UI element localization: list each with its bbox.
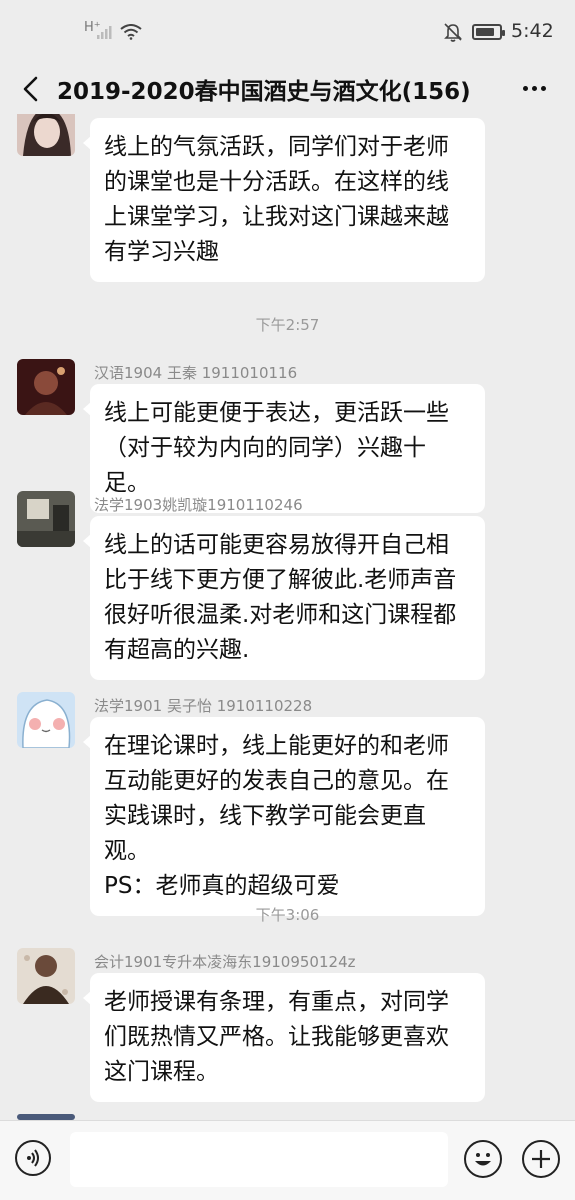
- chat-header: 2019-2020春中国酒史与酒文化(156): [0, 64, 575, 114]
- bell-muted-icon: [444, 23, 462, 42]
- more-dots-icon[interactable]: [520, 78, 550, 98]
- status-bar: H⁺ 5:42: [0, 0, 575, 64]
- avatar[interactable]: [17, 359, 75, 415]
- message-line: PS：老师真的超级可爱: [104, 873, 340, 899]
- sender-name: 会计1901专升本凌海东1910950124z: [94, 953, 356, 971]
- message-line: 互动能更好的发表自己的意见。在: [104, 768, 449, 794]
- back-chevron-icon[interactable]: [18, 74, 44, 104]
- battery-icon: [472, 24, 505, 40]
- timestamp: 下午2:57: [255, 316, 320, 334]
- voice-icon[interactable]: [15, 1140, 51, 1176]
- status-time: 5:42: [511, 20, 554, 42]
- plus-icon[interactable]: [522, 1140, 560, 1178]
- sender-name: 汉语1904 王秦 1911010116: [94, 364, 298, 382]
- message-line: 在理论课时，线上能更好的和老师: [104, 733, 449, 759]
- message-bubble[interactable]: 线上的话可能更容易放得开自己相 比于线下更方便了解彼此.老师声音 很好听很温柔.…: [83, 516, 485, 680]
- message-line: 们既热情又严格。让我能够更喜欢: [104, 1024, 449, 1050]
- message-line: 线上可能更便于表达，更活跃一些: [104, 400, 449, 426]
- message-line: 线上的气氛活跃，同学们对于老师: [104, 134, 449, 160]
- message-bubble[interactable]: 线上的气氛活跃，同学们对于老师 的课堂也是十分活跃。在这样的线 上课堂学习，让我…: [83, 118, 485, 282]
- avatar[interactable]: [17, 491, 75, 547]
- message-line: 有超高的兴趣.: [104, 637, 250, 663]
- message-line: 这门课程。: [104, 1059, 219, 1085]
- avatar[interactable]: [17, 692, 75, 748]
- message-line: 的课堂也是十分活跃。在这样的线: [104, 169, 449, 195]
- message-line: （对于较为内向的同学）兴趣十足。: [104, 435, 426, 496]
- avatar[interactable]: [17, 948, 75, 1004]
- sender-name: 法学1903姚凯璇1910110246: [94, 496, 303, 514]
- chat-title: 2019-2020春中国酒史与酒文化(156): [57, 79, 471, 105]
- message-bubble[interactable]: 在理论课时，线上能更好的和老师 互动能更好的发表自己的意见。在 实践课时，线下教…: [83, 717, 485, 916]
- input-bar: [0, 1120, 575, 1200]
- message-line: 线上的话可能更容易放得开自己相: [104, 532, 449, 558]
- emoji-icon[interactable]: [464, 1140, 502, 1178]
- message-line: 很好听很温柔.对老师和这门课程都: [104, 602, 457, 628]
- chat-area[interactable]: 线上的气氛活跃，同学们对于老师 的课堂也是十分活跃。在这样的线 上课堂学习，让我…: [0, 114, 575, 1120]
- message-bubble[interactable]: 老师授课有条理，有重点，对同学 们既热情又严格。让我能够更喜欢 这门课程。: [83, 973, 485, 1102]
- message-line: 上课堂学习，让我对这门课越来越: [104, 204, 449, 230]
- wifi-icon: [120, 24, 142, 40]
- message-line: 比于线下更方便了解彼此.老师声音: [104, 567, 457, 593]
- avatar[interactable]: [17, 114, 75, 156]
- message-line: 老师授课有条理，有重点，对同学: [104, 989, 449, 1015]
- message-line: 实践课时，线下教学可能会更直观。: [104, 803, 426, 864]
- message-line: 有学习兴趣: [104, 239, 219, 265]
- sender-name: 法学1901 吴子怡 1910110228: [94, 697, 313, 715]
- message-input[interactable]: [70, 1132, 448, 1187]
- timestamp: 下午3:06: [255, 906, 320, 924]
- signal-icon: [97, 26, 112, 39]
